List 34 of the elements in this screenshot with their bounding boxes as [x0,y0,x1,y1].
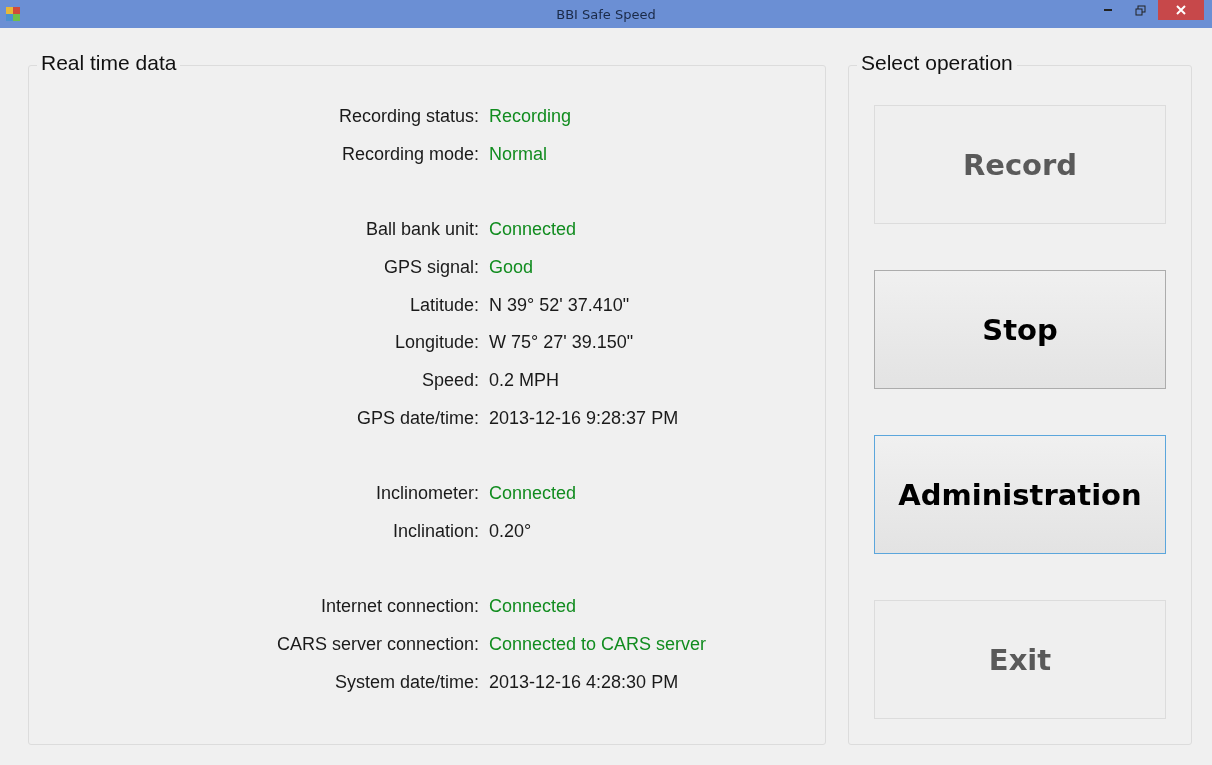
field-label: System date/time: [333,671,479,693]
field-label: Internet connection: [319,596,479,618]
field-value: 0.2 MPH [489,370,560,392]
field-value: 2013-12-16 9:28:37 PM [489,407,679,429]
operation-button[interactable]: Administration [874,435,1166,554]
minimize-icon [1104,9,1112,11]
field-value: 0.20° [489,520,532,542]
window-title: BBI Safe Speed [556,6,656,22]
field-label: Ball bank unit: [364,219,479,241]
status-value: Connected [489,483,577,505]
status-value: Good [489,257,534,279]
close-button[interactable] [1158,0,1204,20]
field-label: Recording mode: [340,144,479,166]
field-label: Latitude: [408,294,479,316]
restore-icon [1134,4,1146,16]
field-label: GPS date/time: [355,407,479,429]
status-value: Normal [489,144,547,166]
field-value: 2013-12-16 4:28:30 PM [489,671,679,693]
status-value: Recording [489,106,572,128]
field-label: GPS signal: [382,257,479,279]
operation-button[interactable]: Stop [874,270,1166,389]
field-value: N 39° 52' 37.410" [489,294,630,316]
field-value: W 75° 27' 39.150" [489,332,634,354]
status-value: Connected [489,219,577,241]
field-label: Longitude: [393,332,479,354]
field-label: Speed: [420,370,479,392]
field-label: CARS server connection: [275,633,479,655]
close-icon [1176,5,1186,15]
status-value: Connected [489,596,577,618]
field-label: Inclinometer: [374,483,479,505]
field-label: Recording status: [337,106,479,128]
field-label: Inclination: [391,520,479,542]
app-icon [6,7,20,21]
status-value: Connected to CARS server [489,633,707,655]
